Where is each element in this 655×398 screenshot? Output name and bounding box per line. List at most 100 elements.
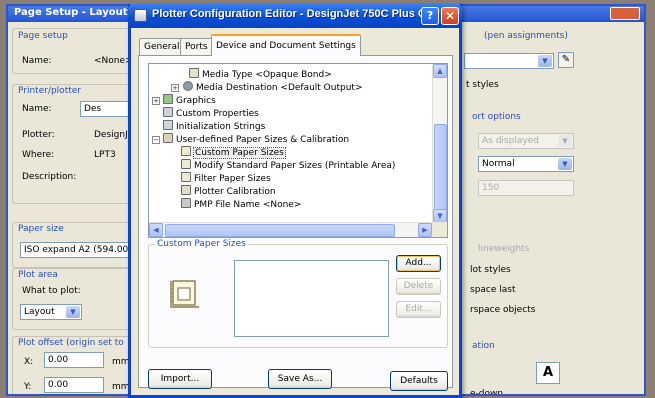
- media-destination-icon: [183, 81, 193, 91]
- tree-item-modify-standard-paper-sizes[interactable]: Modify Standard Paper Sizes (Printable A…: [181, 159, 395, 172]
- close-icon: ✕: [444, 9, 456, 23]
- tree-item-label: Modify Standard Paper Sizes (Printable A…: [194, 161, 396, 171]
- where-label: Where:: [22, 150, 55, 160]
- dpi-value: 150: [482, 183, 500, 193]
- page-setup-group-title: Page setup: [18, 31, 68, 41]
- horizontal-scroll-thumb[interactable]: [165, 224, 395, 237]
- modify-paper-sizes-icon: [181, 159, 191, 169]
- custom-paper-sizes-icon: [181, 146, 191, 156]
- viewport-options-title: ort options: [472, 112, 521, 122]
- page-setup-name-value: <None>: [94, 56, 133, 66]
- plot-paperspace-last-option[interactable]: space last: [470, 285, 516, 295]
- expand-icon[interactable]: +: [171, 84, 179, 92]
- tree-item-label: Initialization Strings: [176, 122, 266, 132]
- edit-button[interactable]: Edit...: [396, 301, 441, 318]
- expand-icon[interactable]: +: [152, 97, 160, 105]
- paper-size-group-title: Paper size: [18, 224, 64, 234]
- delete-button[interactable]: Delete: [396, 278, 441, 295]
- tree-vertical-scrollbar[interactable]: ▲ ▼: [432, 64, 447, 224]
- tree-item-media-type[interactable]: Media Type <Opaque Bond>: [189, 68, 332, 81]
- scroll-down-icon[interactable]: ▼: [433, 209, 447, 223]
- dialog-title: Plotter Configuration Editor - DesignJet…: [152, 8, 435, 20]
- shade-plot-select[interactable]: As displayed ▼: [478, 133, 574, 149]
- edit-pen-icon[interactable]: ✎: [558, 52, 574, 68]
- scroll-up-icon[interactable]: ▲: [433, 64, 447, 78]
- dialog-titlebar[interactable]: Plotter Configuration Editor - DesignJet…: [128, 4, 462, 28]
- printer-name-label: Name:: [22, 104, 52, 114]
- offset-x-unit: mm: [112, 357, 130, 367]
- display-styles-label: t styles: [466, 80, 499, 90]
- tab-general[interactable]: General: [139, 38, 185, 55]
- import-button[interactable]: Import...: [148, 369, 212, 389]
- tree-item-filter-paper-sizes[interactable]: Filter Paper Sizes: [181, 172, 271, 185]
- tab-panel: Media Type <Opaque Bond> + Media Destina…: [138, 55, 453, 391]
- page-setup-title: Page Setup - Layout1: [14, 7, 135, 18]
- plotter-calibration-icon: [181, 185, 191, 195]
- settings-tree[interactable]: Media Type <Opaque Bond> + Media Destina…: [148, 63, 448, 238]
- tab-ports[interactable]: Ports: [180, 38, 213, 55]
- shade-plot-value: As displayed: [482, 136, 539, 146]
- offset-y-input[interactable]: 0.00: [44, 377, 104, 393]
- offset-x-label: X:: [24, 357, 34, 367]
- chevron-down-icon: ▼: [558, 135, 572, 147]
- tree-item-label: Custom Paper Sizes: [193, 147, 286, 159]
- offset-x-input[interactable]: 0.00: [44, 352, 104, 368]
- offset-y-unit: mm: [112, 382, 130, 392]
- tab-device-and-document-settings[interactable]: Device and Document Settings: [211, 34, 361, 56]
- plotter-config-dialog: Plotter Configuration Editor - DesignJet…: [128, 4, 462, 398]
- offset-x-value: 0.00: [48, 355, 69, 365]
- pmp-file-icon: [181, 198, 191, 208]
- plot-style-select[interactable]: ▼: [464, 53, 554, 69]
- tree-item-label: Custom Properties: [176, 109, 259, 119]
- upside-down-option[interactable]: e-down: [470, 389, 503, 394]
- quality-value: Normal: [482, 159, 515, 169]
- page-setup-window-buttons[interactable]: [610, 7, 640, 20]
- graphics-icon: [163, 94, 173, 104]
- paper-size-select[interactable]: ISO expand A2 (594.00: [20, 242, 132, 258]
- tree-item-pmp-file-name[interactable]: PMP File Name <None>: [181, 198, 301, 211]
- chevron-down-icon: ▼: [66, 306, 80, 318]
- initialization-strings-icon: [163, 120, 173, 130]
- quality-select[interactable]: Normal ▼: [478, 156, 574, 172]
- plotter-icon: [134, 9, 147, 22]
- chevron-down-icon: ▼: [538, 55, 552, 67]
- tree-item-user-defined-paper-sizes[interactable]: User-defined Paper Sizes & Calibration: [163, 133, 349, 146]
- tree-item-label: PMP File Name <None>: [194, 200, 302, 210]
- printer-name-select[interactable]: Des: [80, 101, 130, 117]
- scroll-left-icon[interactable]: ◀: [149, 223, 163, 237]
- dpi-input[interactable]: 150: [478, 180, 574, 196]
- where-value: LPT3: [94, 150, 116, 160]
- orientation-preview-icon: A: [536, 362, 560, 384]
- orientation-letter: A: [542, 365, 554, 380]
- vertical-scroll-thumb[interactable]: [434, 124, 447, 214]
- collapse-icon[interactable]: −: [152, 136, 160, 144]
- custom-paper-sizes-title: Custom Paper Sizes: [155, 239, 248, 249]
- scroll-corner: [432, 222, 447, 237]
- tree-item-plotter-calibration[interactable]: Plotter Calibration: [181, 185, 276, 198]
- hide-paperspace-objects-option[interactable]: rspace objects: [470, 305, 535, 315]
- tree-item-media-destination[interactable]: Media Destination <Default Output>: [183, 81, 363, 94]
- tree-horizontal-scrollbar[interactable]: ◀ ▶: [149, 222, 433, 237]
- custom-properties-icon: [163, 107, 173, 117]
- drawing-orientation-title: ation: [472, 341, 495, 351]
- custom-paper-sizes-list[interactable]: [234, 260, 389, 337]
- tree-item-label: Graphics: [176, 96, 216, 106]
- tree-item-graphics[interactable]: Graphics: [163, 94, 216, 107]
- plot-with-styles-option[interactable]: lot styles: [470, 265, 511, 275]
- tree-item-custom-paper-sizes[interactable]: Custom Paper Sizes: [181, 146, 286, 159]
- scroll-right-icon[interactable]: ▶: [418, 223, 432, 237]
- defaults-button[interactable]: Defaults: [390, 371, 448, 391]
- what-to-plot-label: What to plot:: [22, 286, 81, 296]
- what-to-plot-select[interactable]: Layout ▼: [20, 304, 82, 320]
- plot-lineweights-option[interactable]: lineweights: [478, 244, 529, 254]
- printer-name-value: Des: [84, 104, 102, 114]
- close-button[interactable]: ✕: [441, 7, 459, 25]
- help-icon: ?: [426, 9, 434, 22]
- tree-item-initialization-strings[interactable]: Initialization Strings: [163, 120, 265, 133]
- tree-item-custom-properties[interactable]: Custom Properties: [163, 107, 259, 120]
- tree-item-label: Plotter Calibration: [194, 187, 276, 197]
- add-button[interactable]: Add...: [396, 255, 441, 272]
- help-button[interactable]: ?: [421, 7, 439, 25]
- save-as-button[interactable]: Save As...: [268, 369, 332, 389]
- custom-paper-sizes-group: Custom Paper Sizes Add... Delete Edit...: [148, 239, 448, 348]
